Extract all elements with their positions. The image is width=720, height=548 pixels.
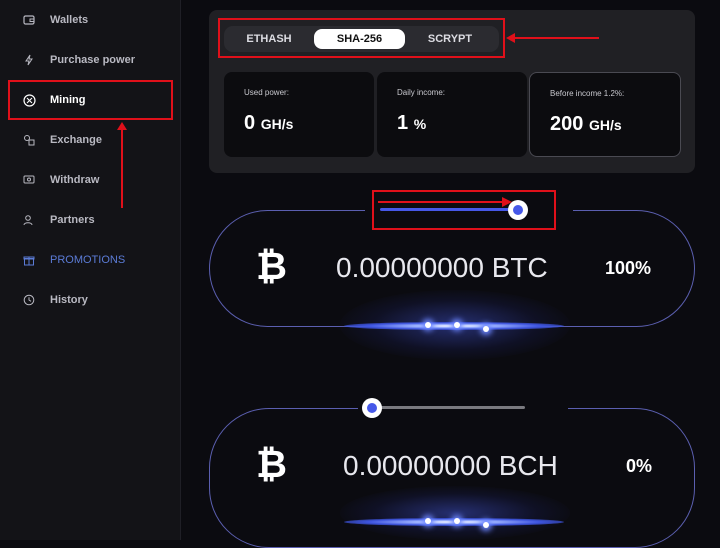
bch-slider-track[interactable] [372, 406, 525, 409]
sidebar-item-label: Exchange [50, 134, 102, 146]
daily-income-value: 1 % [397, 112, 427, 134]
sidebar-item-label: PROMOTIONS [50, 254, 126, 266]
bch-percent: 0% [626, 456, 653, 476]
bitcoin-icon: ₿ [256, 246, 287, 288]
sidebar-item-label: Withdraw [50, 174, 100, 186]
daily-income-label: Daily income: [397, 88, 446, 97]
before-income-card: Before income 1.2%: 200 GH/s [529, 72, 681, 157]
btc-percent: 100% [605, 258, 652, 278]
arrow-left-icon [506, 33, 599, 43]
btc-glow-dot [483, 326, 489, 332]
gift-icon [22, 253, 36, 267]
mining-highlight-box [8, 80, 173, 120]
partners-icon [22, 213, 36, 227]
sidebar-item-label: Purchase power [50, 54, 135, 66]
btc-glow-dot [425, 322, 431, 328]
lightning-icon [22, 53, 36, 67]
before-income-value: 200 GH/s [550, 113, 622, 135]
used-power-card: Used power: 0 GH/s [224, 72, 374, 157]
withdraw-icon [22, 173, 36, 187]
sidebar-item-label: Wallets [50, 14, 89, 26]
sidebar-item-history[interactable]: History [8, 282, 172, 318]
used-power-value: 0 GH/s [244, 112, 294, 134]
bch-glow-haze [340, 486, 570, 540]
bitcoin-cash-icon: ₿ [256, 444, 287, 486]
btc-glow-dot [454, 322, 460, 328]
used-power-label: Used power: [244, 88, 289, 97]
sidebar-item-promotions[interactable]: PROMOTIONS [8, 242, 172, 278]
bch-amount: 0.00000000 BCH [343, 450, 558, 481]
arrow-right-icon [378, 197, 512, 207]
wallet-icon [22, 13, 36, 27]
arrow-up-icon [117, 122, 127, 208]
sidebar-item-exchange[interactable]: Exchange [8, 122, 172, 158]
daily-income-card: Daily income: 1 % [377, 72, 527, 157]
history-icon [22, 293, 36, 307]
btc-amount: 0.00000000 BTC [336, 252, 548, 283]
sidebar-item-wallets[interactable]: Wallets [8, 2, 172, 38]
exchange-icon [22, 133, 36, 147]
bch-glow-dot [425, 518, 431, 524]
sidebar-item-label: History [50, 294, 88, 306]
sidebar-item-partners[interactable]: Partners [8, 202, 172, 238]
sidebar-item-purchase-power[interactable]: Purchase power [8, 42, 172, 78]
bch-glow-dot [483, 522, 489, 528]
bch-slider-knob[interactable] [362, 398, 382, 418]
sidebar-item-label: Partners [50, 214, 95, 226]
before-income-label: Before income 1.2%: [550, 89, 625, 98]
tabs-highlight-box [218, 18, 505, 58]
sidebar-item-withdraw[interactable]: Withdraw [8, 162, 172, 198]
bch-glow-dot [454, 518, 460, 524]
